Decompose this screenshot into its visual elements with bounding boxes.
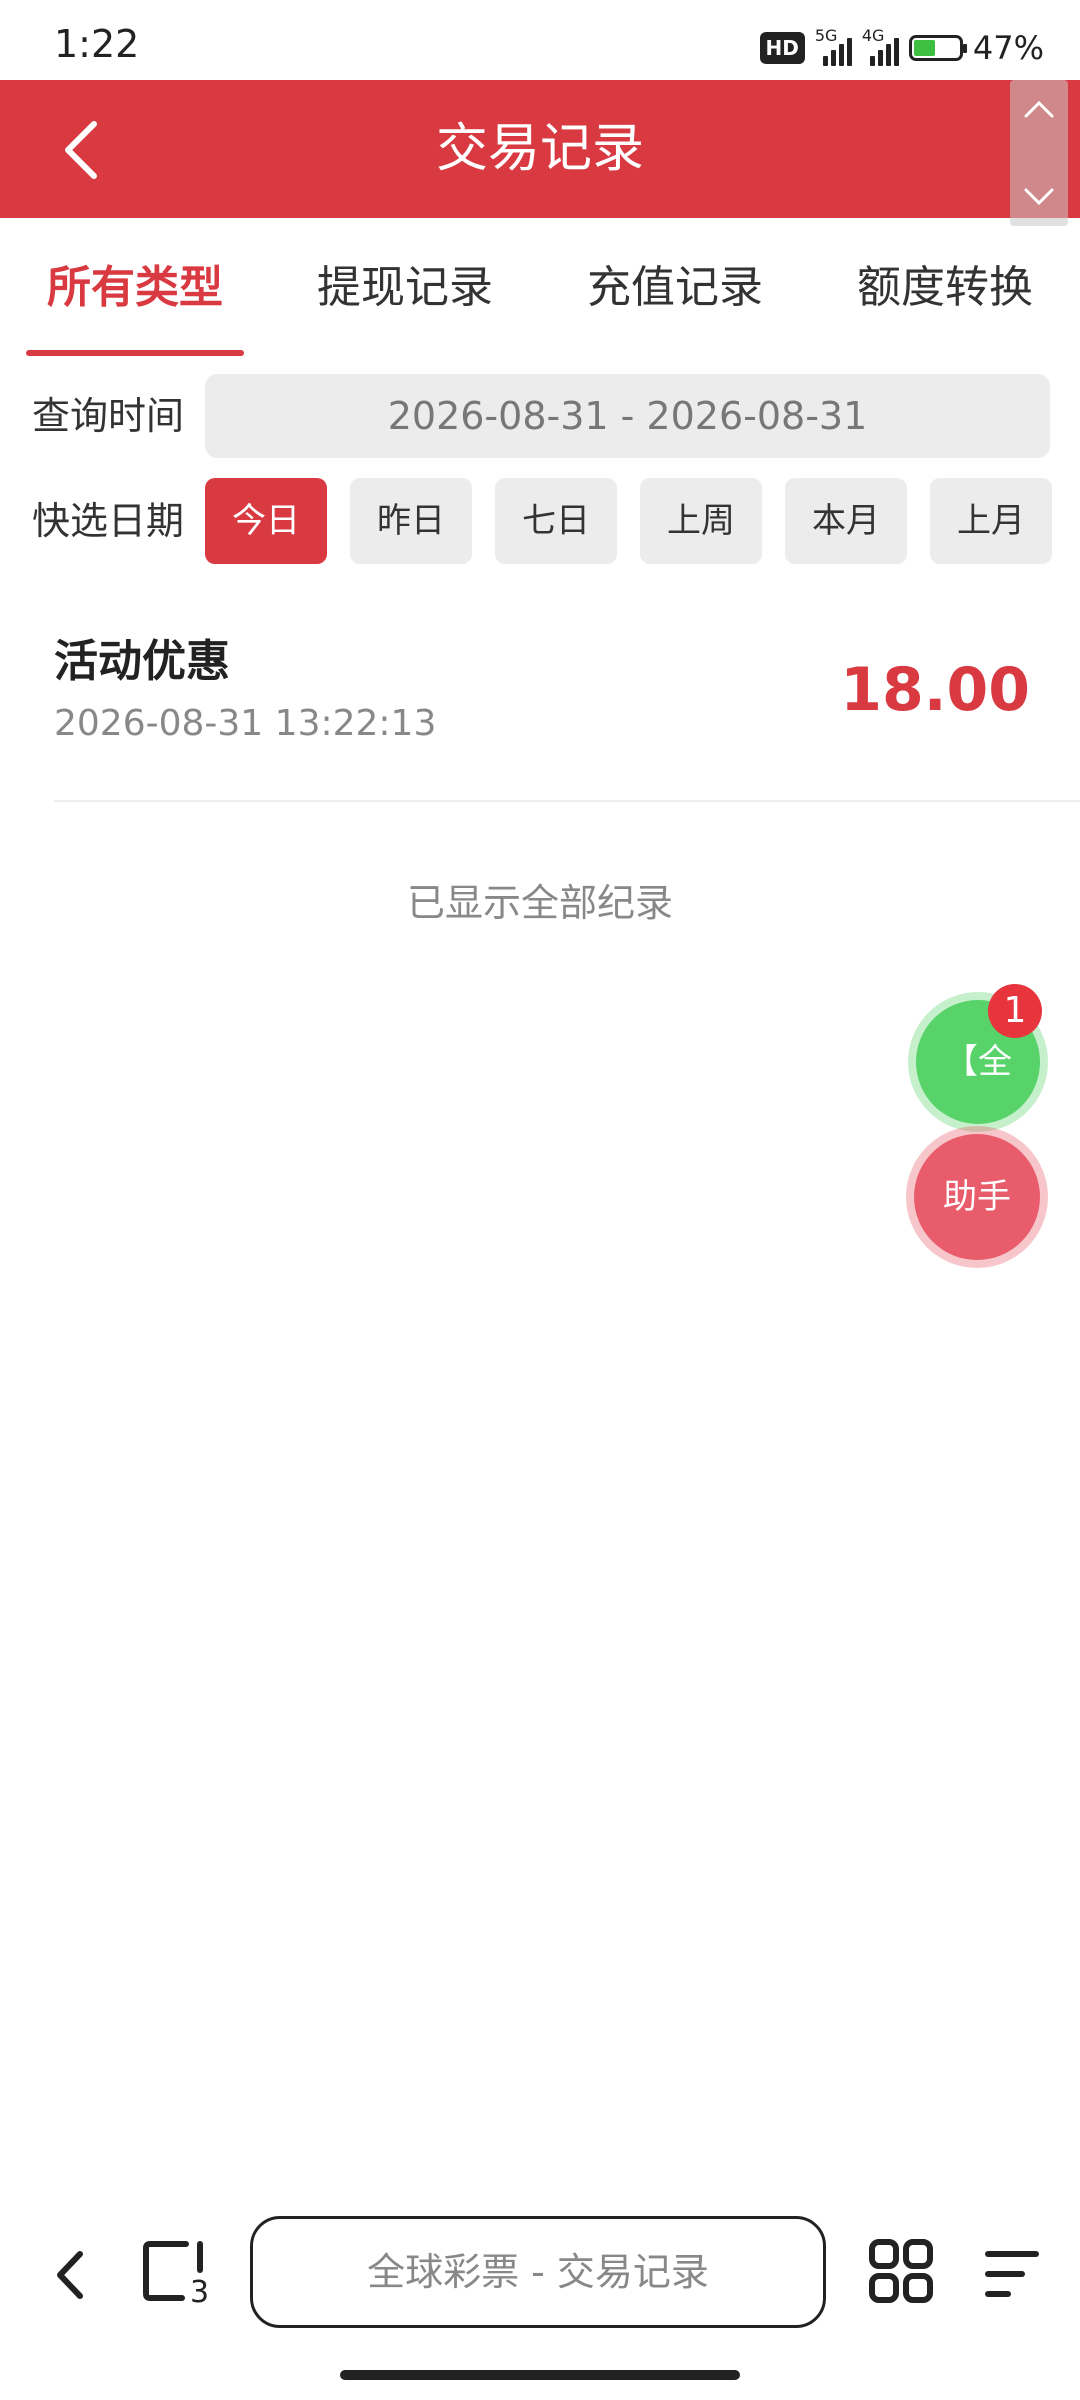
battery-percent: 47%: [972, 29, 1044, 67]
home-indicator[interactable]: [340, 2370, 740, 2380]
battery-icon: [908, 35, 967, 61]
browser-menu-button[interactable]: [982, 2246, 1042, 2302]
chevron-up-icon[interactable]: [1024, 100, 1054, 118]
browser-back-button[interactable]: [44, 2240, 104, 2310]
query-time-label: 查询时间: [32, 394, 185, 438]
record-time: 2026-08-31 13:22:13: [54, 703, 437, 744]
date-range-picker[interactable]: 2026-08-31 - 2026-08-31: [205, 374, 1050, 458]
quick-date-this-month[interactable]: 本月: [785, 478, 907, 564]
record-title: 活动优惠: [54, 636, 230, 687]
browser-apps-button[interactable]: [868, 2238, 934, 2304]
quick-date-label: 快选日期: [32, 499, 185, 543]
chevron-left-icon: [57, 2251, 83, 2299]
back-button[interactable]: [40, 110, 120, 190]
list-item[interactable]: 活动优惠 2026-08-31 13:22:13 18.00: [54, 605, 1080, 802]
apps-grid-icon: [869, 2239, 933, 2303]
notification-badge: 1: [988, 984, 1042, 1038]
address-bar[interactable]: 全球彩票 - 交易记录: [250, 2216, 826, 2328]
browser-tabs-button[interactable]: 3: [142, 2238, 209, 2310]
app-header: 交易记录: [0, 80, 1080, 226]
chevron-down-icon[interactable]: [1024, 188, 1054, 206]
signal-5g-icon: 5G: [815, 26, 852, 66]
status-bar: 1:22 HD 5G 4G 47%: [0, 0, 1080, 80]
quick-date-last-month[interactable]: 上月: [930, 478, 1052, 564]
quick-date-options: 今日 昨日 七日 上周 本月 上月: [205, 478, 1052, 564]
quick-date-seven-days[interactable]: 七日: [495, 478, 617, 564]
tab-all-types[interactable]: 所有类型: [0, 218, 270, 358]
quick-date-today[interactable]: 今日: [205, 478, 327, 564]
quick-date-yesterday[interactable]: 昨日: [350, 478, 472, 564]
hd-voice-icon: HD: [759, 32, 805, 64]
status-time: 1:22: [54, 22, 140, 66]
menu-icon: [985, 2251, 1039, 2297]
record-amount: 18.00: [840, 655, 1030, 725]
tabs-icon: 3: [143, 2241, 209, 2310]
assistant-button[interactable]: 助手: [914, 1134, 1040, 1260]
tab-credit-transfer[interactable]: 额度转换: [810, 218, 1080, 358]
browser-bottom-bar: 3 全球彩票 - 交易记录: [0, 2210, 1080, 2340]
list-end-message: 已显示全部纪录: [406, 881, 673, 925]
quick-date-row: 快选日期 今日 昨日 七日 上周 本月 上月: [0, 478, 1080, 564]
record-type-tabs: 所有类型 提现记录 充值记录 额度转换: [0, 218, 1080, 358]
page-title: 交易记录: [435, 119, 644, 179]
tab-deposit-records[interactable]: 充值记录: [540, 218, 810, 358]
status-icons: HD 5G 4G 47%: [759, 26, 1044, 68]
query-time-row: 查询时间 2026-08-31 - 2026-08-31: [0, 374, 1080, 458]
page-scroll-widget[interactable]: [1010, 80, 1068, 226]
chevron-left-icon: [65, 121, 97, 179]
tab-withdraw-records[interactable]: 提现记录: [270, 218, 540, 358]
svg-text:3: 3: [190, 2275, 208, 2304]
signal-4g-icon: 4G: [862, 26, 899, 66]
quick-date-last-week[interactable]: 上周: [640, 478, 762, 564]
